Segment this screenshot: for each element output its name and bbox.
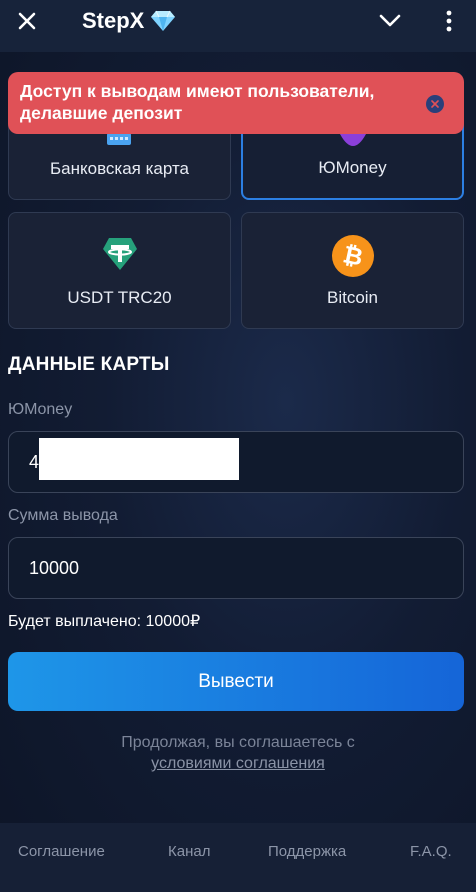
footer-link-faq[interactable]: F.A.Q. — [410, 843, 452, 860]
chevron-down-icon — [379, 14, 401, 27]
tether-icon — [103, 238, 137, 270]
bitcoin-icon: ₿ — [332, 235, 374, 277]
collapse-button[interactable] — [375, 6, 405, 36]
footer-link-agreement[interactable]: Соглашение — [18, 843, 105, 860]
wallet-number-field[interactable]: 4 — [8, 431, 464, 493]
method-card-usdt-trc20[interactable]: USDT TRC20 — [8, 212, 231, 329]
footer-link-channel[interactable]: Канал — [168, 843, 210, 860]
withdraw-button[interactable]: Вывести — [8, 652, 464, 711]
deposit-required-toast: Доступ к выводам имеют пользователи, дел… — [8, 72, 464, 134]
amount-value: 10000 — [29, 558, 80, 578]
amount-label: Сумма вывода — [8, 507, 118, 524]
method-label: ЮMoney — [318, 158, 387, 177]
footer-nav: Соглашение Канал Поддержка F.A.Q. — [0, 823, 476, 892]
payout-amount-text: Будет выплачено: 10000₽ — [8, 613, 201, 630]
wallet-label: ЮMoney — [8, 401, 73, 418]
diamond-icon — [151, 10, 176, 31]
more-menu-button[interactable] — [436, 6, 462, 36]
close-icon — [18, 12, 36, 30]
app-title-text: StepX — [82, 8, 145, 33]
amount-field[interactable]: 10000 — [8, 537, 464, 599]
kebab-menu-icon — [446, 10, 452, 32]
yumoney-icon — [340, 134, 366, 146]
app-title: StepX — [82, 6, 176, 36]
method-label: USDT TRC20 — [67, 288, 172, 307]
close-icon — [431, 100, 439, 108]
method-card-bitcoin[interactable]: ₿ Bitcoin — [241, 212, 464, 329]
agreement-text: Продолжая, вы соглашаетесь с — [121, 734, 355, 751]
footer-link-support[interactable]: Поддержка — [268, 843, 346, 860]
section-title: ДАННЫЕ КАРТЫ — [8, 354, 170, 375]
method-label: Банковская карта — [49, 159, 189, 178]
method-label: Bitcoin — [326, 288, 379, 307]
bank-card-icon — [107, 133, 131, 145]
wallet-number-value: 4 — [29, 452, 40, 472]
toast-message: Доступ к выводам имеют пользователи, дел… — [20, 81, 375, 123]
agreement-link[interactable]: условиями соглашения — [151, 755, 325, 772]
agreement-link-row: условиями соглашения — [0, 755, 476, 773]
close-button[interactable] — [12, 6, 42, 36]
redaction-block — [39, 438, 239, 480]
toast-close-button[interactable] — [426, 95, 444, 113]
top-bar: StepX — [0, 0, 476, 52]
